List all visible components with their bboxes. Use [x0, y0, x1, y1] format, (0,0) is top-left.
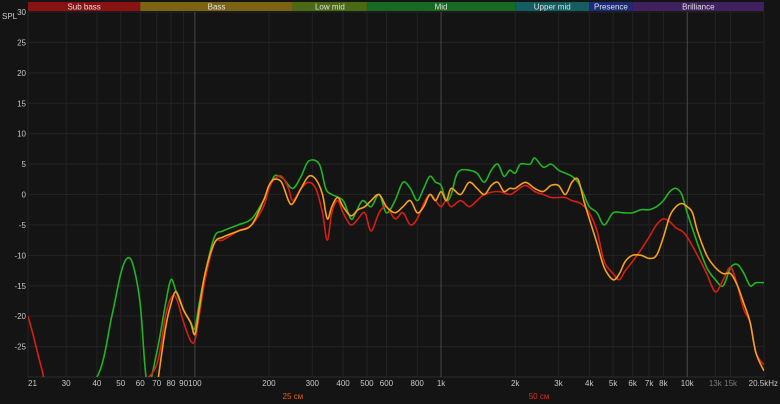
- x-tick-14: 800: [411, 379, 425, 388]
- band-label-5: Presence: [594, 3, 628, 12]
- band-label-6: Brilliance: [682, 3, 715, 12]
- x-tick-9: 200: [262, 379, 276, 388]
- x-tick-1: 30: [62, 379, 71, 388]
- x-tick-20: 6k: [628, 379, 637, 388]
- y-tick-8: -10: [14, 251, 26, 260]
- x-tick-6: 80: [167, 379, 176, 388]
- marker-label-0: 25 см: [283, 392, 304, 401]
- x-tick-16: 2k: [511, 379, 520, 388]
- x-tick-24: 13k: [709, 379, 723, 388]
- x-tick-18: 4k: [585, 379, 594, 388]
- band-label-2: Low mid: [315, 3, 345, 12]
- y-tick-7: -5: [19, 221, 27, 230]
- band-label-1: Bass: [208, 3, 226, 12]
- marker-label-1: 50 см: [529, 392, 550, 401]
- x-tick-0: 21: [28, 379, 37, 388]
- y-tick-0: 30: [17, 8, 26, 17]
- band-label-3: Mid: [435, 3, 448, 12]
- x-tick-26: 20.5kHz: [749, 379, 778, 388]
- x-tick-23: 10k: [681, 379, 695, 388]
- x-tick-8: 100: [188, 379, 202, 388]
- y-tick-5: 5: [22, 160, 27, 169]
- band-label-4: Upper mid: [534, 3, 571, 12]
- x-tick-10: 300: [306, 379, 320, 388]
- x-tick-15: 1k: [437, 379, 446, 388]
- frequency-response-chart: Sub bass Bass Low mid Mid Upper mid Presence B…: [0, 0, 780, 404]
- x-tick-17: 3k: [554, 379, 563, 388]
- x-tick-13: 600: [380, 379, 394, 388]
- y-tick-1: 25: [17, 38, 26, 47]
- x-tick-2: 40: [92, 379, 101, 388]
- x-tick-12: 500: [360, 379, 374, 388]
- x-tick-3: 50: [116, 379, 125, 388]
- band-label-0: Sub bass: [67, 3, 100, 12]
- x-tick-21: 7k: [645, 379, 654, 388]
- y-tick-4: 10: [17, 130, 26, 139]
- x-tick-22: 8k: [659, 379, 668, 388]
- y-tick-3: 15: [17, 99, 26, 108]
- y-tick-11: -25: [14, 343, 26, 352]
- x-tick-4: 60: [136, 379, 145, 388]
- x-tick-11: 400: [336, 379, 350, 388]
- x-tick-7: 90: [179, 379, 188, 388]
- x-tick-5: 70: [152, 379, 161, 388]
- y-tick-10: -20: [14, 312, 26, 321]
- y-tick-9: -15: [14, 282, 26, 291]
- x-tick-25: 15k: [724, 379, 738, 388]
- x-tick-19: 5k: [609, 379, 618, 388]
- frequency-bands: Sub bass Bass Low mid Mid Upper mid Presence B…: [28, 2, 764, 12]
- y-tick-6: 0: [22, 191, 27, 200]
- y-tick-2: 20: [17, 69, 26, 78]
- y-axis-label: SPL: [2, 12, 18, 21]
